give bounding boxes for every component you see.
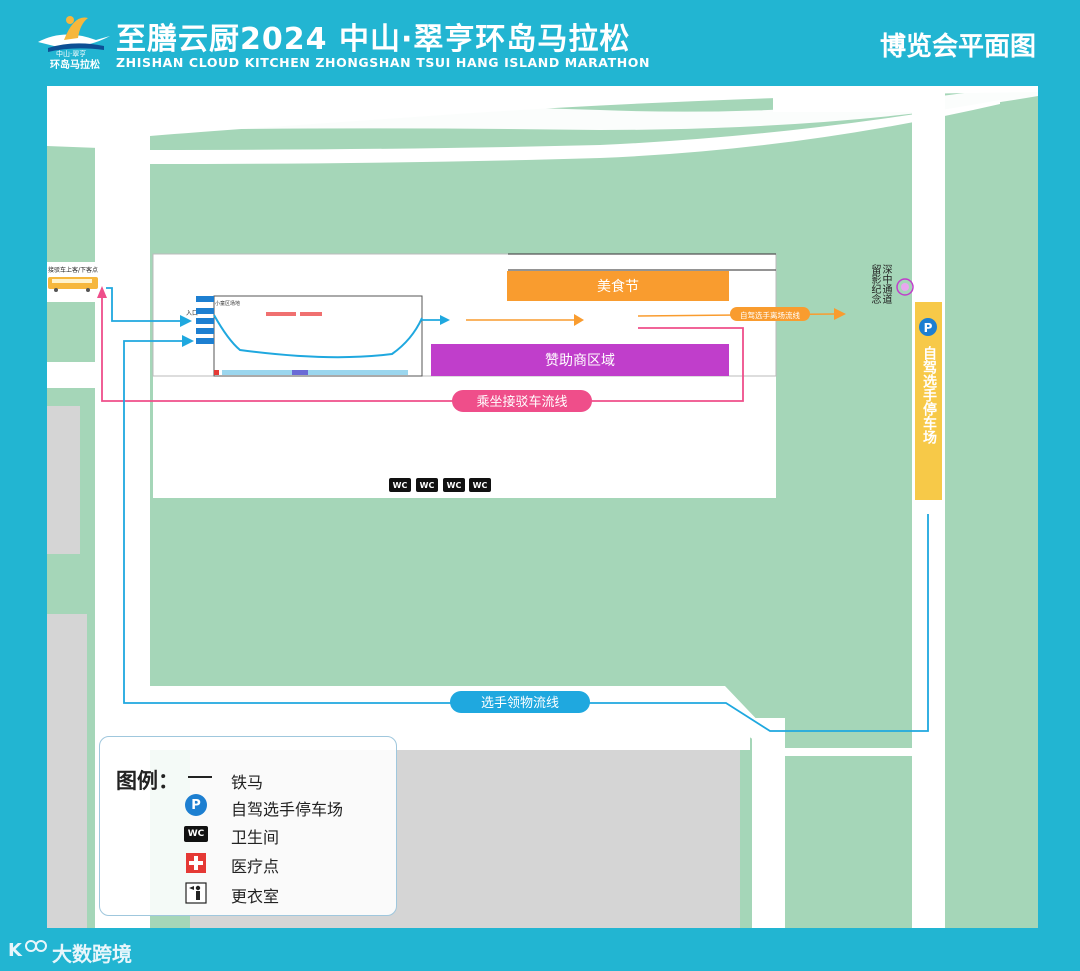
legend-title: 图例： [116,769,179,793]
booth-row [214,370,408,375]
footer-watermark: 大数跨境 [52,942,132,966]
parking-icon: P [184,793,208,817]
building-block-left [47,406,80,554]
changing-room-icon [184,881,208,905]
legend-label-barrier: 铁马 [231,773,264,792]
building-block-left-lower [47,614,87,928]
shuttle-flow-label: 乘坐接驳车流线 [476,394,567,410]
watermark-logo-icon: K [8,940,47,961]
food-zone-label: 美食节 [597,278,639,295]
legend-parking-glyph: P [185,794,207,816]
hall-label: 小童区场地 [215,300,240,307]
pickup-flow-label: 选手领物流线 [481,696,559,711]
parking-symbol: P [924,321,933,335]
wc-text: WC [473,481,488,490]
legend-label-medical: 医疗点 [231,857,280,876]
medical-icon [184,851,208,875]
wc-icon: WC [184,822,208,846]
wc-text: WC [447,481,462,490]
legend-label-changing-room: 更衣室 [231,887,280,906]
self-drive-exit-flow-label: 自驾选手离场流线 [740,310,800,320]
sponsor-zone-label: 赞助商区域 [545,353,615,369]
legend-panel: 图例： 铁马 P 自驾选手停车场 WC 卫生间 医疗点 更衣室 [99,736,397,916]
shuttle-stop-label: 接驳车上客/下客点 [48,266,98,274]
tunnel-photo-label: 深中通道留影纪念 [869,264,891,304]
legend-label-parking: 自驾选手停车场 [231,800,344,819]
legend-label-wc: 卫生间 [231,828,280,847]
legend-wc-glyph: WC [184,826,208,842]
barrier-line-icon [188,765,212,789]
wc-text: WC [393,481,408,490]
svg-text:K: K [8,940,23,961]
parking-label: 自驾选手停车场 [921,346,937,444]
wc-text: WC [420,481,435,490]
